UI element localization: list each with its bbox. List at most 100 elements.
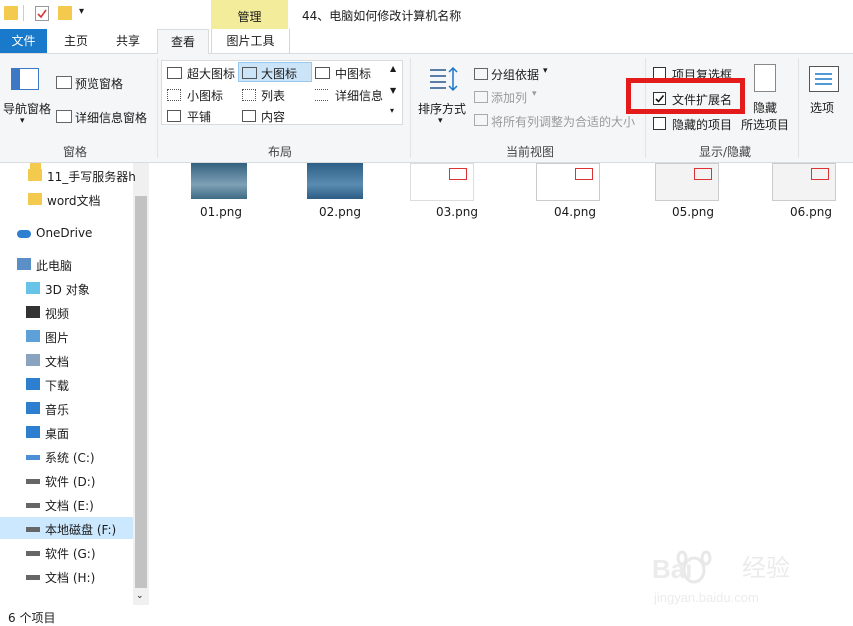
tab-share[interactable]: 共享 [106, 29, 150, 53]
add-columns-button[interactable]: 添加列 [491, 89, 527, 106]
tab-view[interactable]: 查看 [157, 29, 209, 54]
preview-pane-button[interactable]: 预览窗格 [75, 75, 123, 92]
file-name[interactable]: 01.png [181, 205, 261, 219]
sidebar-item[interactable]: 3D 对象 [0, 277, 133, 299]
sidebar-item[interactable]: 文档 (H:) [0, 565, 133, 587]
sidebar-item[interactable]: 下载 [0, 373, 133, 395]
sidebar-item-label: word文档 [47, 194, 101, 208]
file-name[interactable]: 02.png [300, 205, 380, 219]
layout-content[interactable]: 内容 [261, 108, 285, 125]
gallery-up-icon[interactable]: ▲ [390, 64, 396, 73]
options-icon[interactable] [809, 66, 839, 92]
sidebar-item[interactable]: 视频 [0, 301, 133, 323]
folder-icon[interactable] [4, 6, 18, 20]
details-pane-button[interactable]: 详细信息窗格 [75, 109, 147, 126]
sidebar-item-label: 软件 (G:) [45, 547, 96, 561]
document-icon [26, 354, 40, 366]
sidebar-item[interactable]: word文档 [0, 188, 133, 210]
window-title: 44、电脑如何修改计算机名称 [302, 9, 462, 23]
medium-icons-icon [315, 67, 330, 79]
divider [157, 58, 158, 158]
chevron-down-icon[interactable]: ▾ [79, 6, 84, 17]
sidebar-item-label: 此电脑 [36, 259, 73, 273]
sidebar-item-label: 桌面 [45, 427, 70, 441]
file-thumbnail[interactable] [536, 163, 600, 201]
gallery-down-icon[interactable]: ▼ [390, 86, 396, 95]
svg-text:Bai: Bai [652, 554, 692, 584]
details-pane-icon [56, 110, 72, 123]
sidebar-item[interactable]: 文档 [0, 349, 133, 371]
scroll-down-icon[interactable]: ⌄ [136, 591, 144, 601]
options-button[interactable]: 选项 [810, 99, 834, 116]
sort-by-icon[interactable] [428, 66, 458, 92]
music-icon [26, 402, 40, 414]
group-by-button[interactable]: 分组依据 [491, 66, 539, 83]
hidden-items-checkbox[interactable] [653, 117, 666, 130]
sidebar-item[interactable]: 本地磁盘 (F:) [0, 517, 133, 539]
layout-list[interactable]: 列表 [261, 87, 285, 104]
content-icon [242, 110, 256, 122]
sidebar-item[interactable]: 桌面 [0, 421, 133, 443]
context-tab-manage: 管理 [211, 0, 288, 29]
hidden-items-label[interactable]: 隐藏的项目 [672, 116, 732, 133]
sidebar-item[interactable]: 文档 (E:) [0, 493, 133, 515]
size-all-columns-button[interactable]: 将所有列调整为合适的大小 [491, 113, 635, 130]
sidebar-item[interactable]: 音乐 [0, 397, 133, 419]
file-thumbnail[interactable] [772, 163, 836, 201]
layout-tiles[interactable]: 平铺 [187, 108, 211, 125]
drive-icon [26, 575, 40, 580]
sidebar-item[interactable]: 软件 (G:) [0, 541, 133, 563]
file-thumbnail[interactable] [191, 163, 247, 199]
sidebar-item-label: 图片 [45, 331, 70, 345]
hide-selected-button[interactable]: 隐藏 [753, 99, 777, 116]
thumbnail-detail [575, 168, 593, 180]
computer-icon [17, 258, 31, 270]
sidebar-item[interactable]: 此电脑 [0, 253, 133, 275]
chevron-down-icon[interactable]: ▾ [438, 116, 443, 126]
thumbnail-detail [694, 168, 712, 180]
file-list [149, 163, 853, 605]
file-name[interactable]: 06.png [771, 205, 851, 219]
nav-pane-label[interactable]: 导航窗格 [3, 100, 51, 117]
sidebar-item[interactable]: 图片 [0, 325, 133, 347]
new-folder-icon[interactable] [58, 6, 72, 20]
file-name[interactable]: 03.png [417, 205, 497, 219]
layout-details[interactable]: 详细信息 [335, 87, 383, 104]
tab-home[interactable]: 主页 [54, 29, 98, 53]
chevron-down-icon[interactable]: ▾ [20, 116, 25, 126]
picture-icon [26, 330, 40, 342]
download-icon [26, 378, 40, 390]
navigation-pane-icon[interactable] [11, 68, 39, 90]
sidebar-item-label: 文档 (H:) [45, 571, 96, 585]
details-icon [315, 89, 328, 101]
group-label-show-hide: 显示/隐藏 [698, 145, 752, 159]
sidebar-item[interactable]: 系统 (C:) [0, 445, 133, 467]
file-thumbnail[interactable] [410, 163, 474, 201]
tab-file[interactable]: 文件 [0, 29, 47, 53]
file-thumbnail[interactable] [655, 163, 719, 201]
drive-icon [26, 479, 40, 484]
layout-large[interactable]: 大图标 [261, 65, 297, 82]
drive-icon [26, 503, 40, 508]
tab-picture-tools[interactable]: 图片工具 [211, 29, 290, 53]
selected-items-label[interactable]: 所选项目 [741, 116, 789, 133]
file-name[interactable]: 05.png [653, 205, 733, 219]
sidebar-item[interactable]: 软件 (D:) [0, 469, 133, 491]
sidebar-scrollbar-thumb[interactable] [135, 196, 147, 588]
sidebar-item-label: OneDrive [36, 226, 93, 240]
layout-extra-large[interactable]: 超大图标 [187, 65, 235, 82]
layout-medium[interactable]: 中图标 [335, 65, 371, 82]
file-name[interactable]: 04.png [535, 205, 615, 219]
gallery-more-icon[interactable]: ▾ [390, 106, 394, 115]
chevron-down-icon[interactable]: ▾ [543, 66, 548, 76]
sidebar-item[interactable]: 11_手写服务器h [0, 164, 136, 186]
sort-by-button[interactable]: 排序方式 [418, 100, 466, 117]
properties-icon[interactable] [35, 6, 49, 21]
file-thumbnail[interactable] [307, 163, 363, 199]
highlight-box [626, 78, 745, 114]
folder-icon [28, 169, 42, 181]
layout-small[interactable]: 小图标 [187, 87, 223, 104]
list-icon [242, 89, 256, 101]
cloud-icon [17, 230, 31, 238]
sidebar-item[interactable]: OneDrive [0, 222, 133, 244]
